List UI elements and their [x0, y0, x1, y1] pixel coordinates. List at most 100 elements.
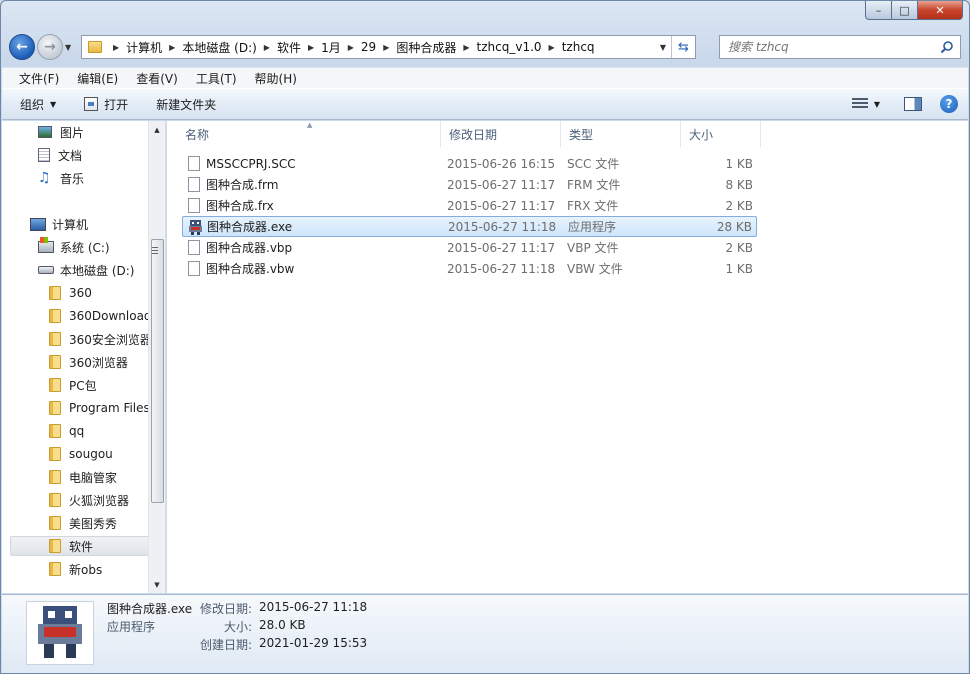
minimize-button[interactable]: – — [865, 1, 892, 20]
sidebar-item-folder[interactable]: 新obs — [49, 559, 102, 579]
sidebar-item-label: 系统 (C:) — [60, 240, 110, 255]
details-file-name: 图种合成器.exe — [107, 602, 193, 616]
breadcrumb-separator-icon[interactable]: ▶ — [308, 43, 314, 52]
view-options-icon[interactable] — [851, 98, 868, 110]
recent-pages-dropdown[interactable]: ▼ — [65, 43, 77, 52]
menu-view[interactable]: 查看(V) — [127, 70, 187, 87]
sidebar-item-folder[interactable]: PC包 — [49, 375, 97, 395]
breadcrumb-item[interactable]: tzhcq_v1.0 ▶ — [477, 40, 562, 54]
refresh-button[interactable]: ⇆ — [671, 36, 695, 58]
breadcrumb-separator-icon[interactable]: ▶ — [113, 43, 119, 52]
menu-edit[interactable]: 编辑(E) — [68, 70, 127, 87]
address-history-dropdown[interactable]: ▼ — [655, 43, 671, 52]
navigation-pane[interactable]: 图片 文档 ♫ 音乐 计算机 系统 (C:) 本地磁盘 (D:) 360 360… — [2, 121, 166, 593]
file-type: VBP 文件 — [567, 241, 619, 255]
sidebar-item-drive-d[interactable]: 本地磁盘 (D:) — [38, 260, 134, 280]
file-icon — [188, 240, 200, 255]
sidebar-item-folder[interactable]: sougou — [49, 444, 113, 464]
breadcrumb-item[interactable]: 计算机 ▶ — [126, 39, 182, 56]
search-input[interactable] — [728, 40, 928, 54]
file-type: SCC 文件 — [567, 157, 620, 171]
sidebar-scrollbar[interactable]: ▲ ▼ — [148, 121, 165, 593]
sidebar-item-pictures[interactable]: 图片 — [38, 122, 84, 142]
breadcrumb-separator-icon[interactable]: ▶ — [383, 43, 389, 52]
breadcrumb-item[interactable]: 1月 ▶ — [321, 39, 361, 56]
breadcrumb-item[interactable]: tzhcq — [562, 40, 595, 54]
sidebar-item-label: 音乐 — [60, 171, 85, 186]
file-row[interactable]: 图种合成.frx 2015-06-27 11:17 FRX 文件 2 KB — [182, 195, 757, 216]
folder-icon — [49, 424, 61, 438]
music-icon: ♫ — [38, 170, 51, 186]
details-created-value: 2021-01-29 15:53 — [259, 636, 368, 650]
menu-file[interactable]: 文件(F) — [10, 70, 68, 87]
file-list[interactable]: 名称 ▲ 修改日期 类型 大小 MSSCCPRJ.SCC 2015-06-26 … — [167, 121, 968, 593]
close-button[interactable]: ✕ — [918, 1, 963, 20]
sidebar-item-folder[interactable]: 美图秀秀 — [49, 513, 117, 533]
folder-icon — [49, 309, 61, 323]
sidebar-item-music[interactable]: ♫ 音乐 — [38, 168, 84, 188]
sidebar-item-folder[interactable]: 360浏览器 — [49, 352, 128, 372]
back-arrow-icon: ← — [16, 39, 28, 55]
back-button[interactable]: ← — [9, 34, 35, 60]
file-row[interactable]: 图种合成器.vbw 2015-06-27 11:18 VBW 文件 1 KB — [182, 258, 757, 279]
sidebar-item-label: sougou — [69, 447, 113, 461]
file-row[interactable]: 图种合成.frm 2015-06-27 11:17 FRM 文件 8 KB — [182, 174, 757, 195]
menu-help[interactable]: 帮助(H) — [246, 70, 306, 87]
sidebar-item-folder[interactable]: qq — [49, 421, 84, 441]
new-folder-button[interactable]: 新建文件夹 — [156, 96, 216, 113]
sidebar-item-documents[interactable]: 文档 — [38, 145, 82, 165]
sidebar-item-folder-selected[interactable]: 软件 — [10, 536, 149, 556]
file-size: 8 KB — [725, 177, 753, 192]
column-date-modified[interactable]: 修改日期 — [441, 121, 561, 147]
details-modified-value: 2015-06-27 11:18 — [259, 600, 368, 614]
column-type[interactable]: 类型 — [561, 121, 681, 147]
sidebar-item-computer[interactable]: 计算机 — [30, 214, 88, 234]
file-date: 2015-06-27 11:17 — [447, 240, 556, 255]
view-dropdown[interactable]: ▼ — [874, 100, 880, 109]
organize-button[interactable]: 组织 ▼ — [20, 96, 56, 113]
scrollbar-thumb[interactable] — [151, 239, 164, 503]
folder-icon — [49, 401, 61, 415]
breadcrumb-item[interactable]: 29 ▶ — [361, 40, 396, 54]
file-name: MSSCCPRJ.SCC — [206, 156, 296, 171]
breadcrumb-separator-icon[interactable]: ▶ — [348, 43, 354, 52]
maximize-button[interactable]: □ — [892, 1, 918, 20]
breadcrumb-separator-icon[interactable]: ▶ — [169, 43, 175, 52]
new-folder-label: 新建文件夹 — [156, 97, 217, 112]
sidebar-item-label: 360安全浏览器 — [69, 332, 152, 347]
breadcrumb-item[interactable]: 图种合成器 ▶ — [396, 39, 476, 56]
breadcrumb-item[interactable]: 软件 ▶ — [277, 39, 321, 56]
menu-tools[interactable]: 工具(T) — [187, 70, 246, 87]
file-row-selected[interactable]: 图种合成器.exe 2015-06-27 11:18 应用程序 28 KB — [182, 216, 757, 237]
scroll-up-icon[interactable]: ▲ — [149, 121, 165, 138]
search-icon[interactable] — [940, 40, 954, 54]
scroll-down-icon[interactable]: ▼ — [149, 576, 165, 593]
sort-ascending-icon: ▲ — [307, 121, 313, 129]
file-row[interactable]: MSSCCPRJ.SCC 2015-06-26 16:15 SCC 文件 1 K… — [182, 153, 757, 174]
sidebar-item-folder[interactable]: 360 — [49, 283, 92, 303]
sidebar-item-folder[interactable]: 火狐浏览器 — [49, 490, 129, 510]
sidebar-item-folder[interactable]: 360安全浏览器 — [49, 329, 152, 349]
preview-pane-icon[interactable] — [904, 97, 922, 111]
sidebar-item-label: 美图秀秀 — [69, 516, 118, 531]
breadcrumb-item[interactable]: 本地磁盘 (D:) ▶ — [182, 39, 277, 56]
breadcrumb-separator-icon[interactable]: ▶ — [463, 43, 469, 52]
sidebar-item-folder[interactable]: Program Files — [49, 398, 150, 418]
open-button[interactable]: 打开 — [84, 96, 128, 113]
breadcrumb-separator-icon[interactable]: ▶ — [549, 43, 555, 52]
breadcrumb-separator-icon[interactable]: ▶ — [264, 43, 270, 52]
search-box[interactable] — [719, 35, 961, 59]
address-bar[interactable]: ▶ 计算机 ▶ 本地磁盘 (D:) ▶ 软件 ▶ 1月 ▶ 29 ▶ 图种合成器 ▶ tzh… — [81, 35, 696, 59]
forward-button[interactable]: → — [37, 34, 63, 60]
file-type: VBW 文件 — [567, 262, 623, 276]
help-icon[interactable]: ? — [940, 95, 958, 113]
sidebar-item-folder[interactable]: 360Downloads — [49, 306, 158, 326]
file-thumbnail — [26, 601, 94, 665]
forward-arrow-icon: → — [44, 39, 56, 55]
sidebar-item-folder[interactable]: 电脑管家 — [49, 467, 117, 487]
column-size[interactable]: 大小 — [681, 121, 761, 147]
file-size: 28 KB — [716, 219, 752, 234]
file-row[interactable]: 图种合成器.vbp 2015-06-27 11:17 VBP 文件 2 KB — [182, 237, 757, 258]
sidebar-item-label: 文档 — [58, 148, 83, 163]
sidebar-item-drive-c[interactable]: 系统 (C:) — [38, 237, 110, 257]
